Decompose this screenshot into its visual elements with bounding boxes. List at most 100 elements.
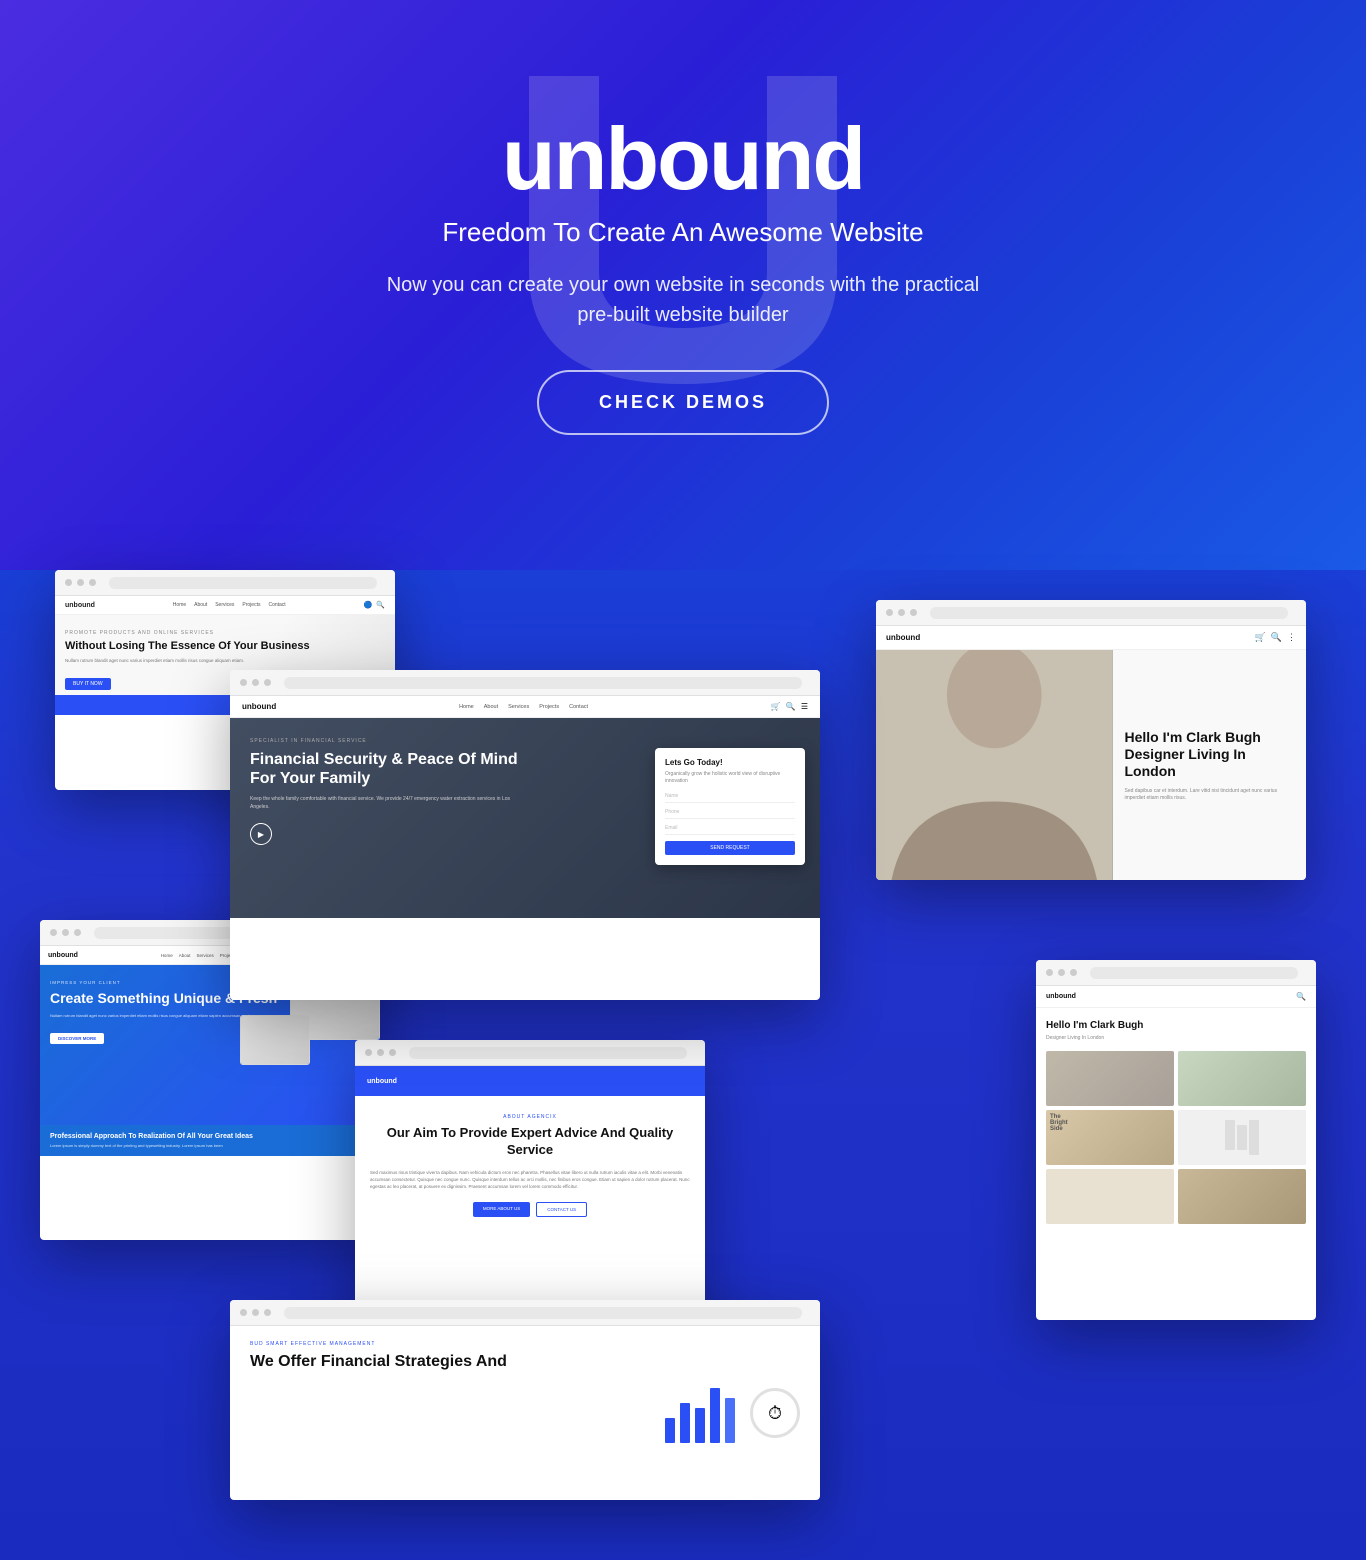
card3-nav-icons: 🛒 🔍 ⋮ — [1255, 632, 1296, 643]
card1-logo: unbound — [65, 602, 95, 609]
card2-hero-content: SPECIALIST IN FINANCIAL SERVICE Financia… — [250, 738, 530, 845]
browser-bar-1 — [55, 570, 395, 596]
portfolio-item-2 — [1178, 1051, 1306, 1106]
browser-dot — [886, 609, 893, 616]
card2-logo: unbound — [242, 702, 276, 711]
browser-bar-6 — [1036, 960, 1316, 986]
demos-section: unbound Home About Services Projects Con… — [0, 570, 1366, 1560]
card5-logo: unbound — [367, 1078, 397, 1085]
browser-dot — [264, 679, 271, 686]
financial-chart — [660, 1378, 740, 1448]
portfolio-item-4 — [1178, 1110, 1306, 1165]
card2-nav: unbound Home About Services Projects Con… — [230, 696, 820, 718]
browser-bar-7 — [230, 1300, 820, 1326]
portfolio-item-1 — [1046, 1051, 1174, 1106]
card1-hero-desc: Nullam rutrum blandit aget nunc varius i… — [65, 658, 385, 664]
hero-description: Now you can create your own website in s… — [383, 270, 983, 330]
card3-text-side: Hello I'm Clark Bugh Designer Living In … — [1113, 650, 1307, 880]
card2-play-button[interactable]: ▶ — [250, 823, 272, 845]
card4-hero-btn[interactable]: DISCOVER MORE — [50, 1033, 104, 1044]
browser-dot — [252, 1309, 259, 1316]
browser-dot — [74, 929, 81, 936]
hero-subtitle: Freedom To Create An Awesome Website — [442, 217, 923, 248]
browser-dot — [89, 579, 96, 586]
card2-title: Financial Security & Peace Of Mind For Y… — [250, 750, 530, 788]
browser-dot — [264, 1309, 271, 1316]
card2-sub: SPECIALIST IN FINANCIAL SERVICE — [250, 738, 530, 744]
card2-form-title: Lets Go Today! — [665, 758, 795, 767]
card2-form-phone[interactable]: Phone — [665, 809, 795, 819]
browser-dot — [377, 1049, 384, 1056]
card2-desc: Keep the whole family comfortable with f… — [250, 796, 530, 811]
card6-nav: unbound 🔍 — [1036, 986, 1316, 1008]
browser-dot — [240, 1309, 247, 1316]
browser-dot — [389, 1049, 396, 1056]
card2-contact-form: Lets Go Today! Organically grow the holi… — [655, 748, 805, 865]
browser-url — [109, 577, 377, 589]
card5-content-area: ABOUT AGENCIX Our Aim To Provide Expert … — [355, 1096, 705, 1235]
card5-header: unbound — [355, 1066, 705, 1096]
card5-buttons: MORE ABOUT US CONTACT US — [370, 1202, 690, 1217]
card3-logo: unbound — [886, 633, 920, 642]
card5-contact-btn[interactable]: CONTACT US — [536, 1202, 587, 1217]
card4-logo: unbound — [48, 952, 78, 959]
card6-grid: TheBrightSide — [1046, 1051, 1306, 1224]
portfolio-item-5 — [1046, 1169, 1174, 1224]
card6-logo: unbound — [1046, 993, 1076, 1000]
card5-sub: ABOUT AGENCIX — [370, 1114, 690, 1120]
browser-dot — [77, 579, 84, 586]
card1-hero-title: Without Losing The Essence Of Your Busin… — [65, 640, 385, 653]
hero-title: unbound — [502, 115, 864, 203]
card5-title: Our Aim To Provide Expert Advice And Qua… — [370, 1125, 690, 1159]
browser-dot — [910, 609, 917, 616]
browser-dot — [65, 579, 72, 586]
card3-text-desc: Sed dapibus car et interdum. Lare vitid … — [1125, 788, 1295, 803]
card2-content: unbound Home About Services Projects Con… — [230, 696, 820, 1000]
check-demos-button[interactable]: CHECK DEMOS — [537, 370, 829, 435]
card2-nav-links: Home About Services Projects Contact — [459, 704, 588, 710]
card2-hero: SPECIALIST IN FINANCIAL SERVICE Financia… — [230, 718, 820, 918]
browser-url — [1090, 967, 1298, 979]
card3-nav: unbound 🛒 🔍 ⋮ — [876, 626, 1306, 650]
card7-title: We Offer Financial Strategies And — [250, 1352, 800, 1371]
browser-url — [284, 1307, 802, 1319]
card7-sub: BUD SMART EFFECTIVE MANAGEMENT — [250, 1341, 800, 1347]
browser-bar-3 — [876, 600, 1306, 626]
card3-text-title: Hello I'm Clark Bugh Designer Living In … — [1125, 729, 1295, 779]
clock-icon: ⏱ — [750, 1388, 800, 1438]
card2-form-name[interactable]: Name — [665, 793, 795, 803]
browser-url — [284, 677, 802, 689]
portfolio-item-6 — [1178, 1169, 1306, 1224]
card2-form-email[interactable]: Email — [665, 825, 795, 835]
browser-dot — [1046, 969, 1053, 976]
demo-card-portrait[interactable]: unbound 🛒 🔍 ⋮ Hello I'm Cla — [876, 600, 1306, 880]
card2-form-submit[interactable]: SEND REQUEST — [665, 841, 795, 855]
browser-bar-5 — [355, 1040, 705, 1066]
card3-person-image — [876, 650, 1113, 880]
browser-dot — [62, 929, 69, 936]
demo-card-financial[interactable]: unbound Home About Services Projects Con… — [230, 670, 820, 1000]
card4-bottom: Professional Approach To Realization Of … — [40, 1125, 380, 1156]
demo-card-portfolio[interactable]: unbound 🔍 Hello I'm Clark Bugh Designer … — [1036, 960, 1316, 1320]
browser-dot — [1070, 969, 1077, 976]
card1-hero-sub: PROMOTE PRODUCTS AND ONLINE SERVICES — [65, 630, 385, 636]
demo-card-financial-bottom[interactable]: BUD SMART EFFECTIVE MANAGEMENT We Offer … — [230, 1300, 820, 1500]
browser-url — [409, 1047, 687, 1059]
card1-hero-btn[interactable]: BUY IT NOW — [65, 678, 111, 690]
card1-nav: unbound Home About Services Projects Con… — [55, 596, 395, 615]
card5-desc: Sed maximus risus tristique viverra dapi… — [370, 1169, 690, 1191]
portfolio-item-3: TheBrightSide — [1046, 1110, 1174, 1165]
card4-bottom-sub: Lorem ipsum is simply dummy text of the … — [50, 1143, 370, 1148]
browser-dot — [50, 929, 57, 936]
card4-bottom-title: Professional Approach To Realization Of … — [50, 1133, 370, 1140]
card1-nav-links: Home About Services Projects Contact — [173, 602, 286, 608]
card6-content: unbound 🔍 Hello I'm Clark Bugh Designer … — [1036, 986, 1316, 1320]
browser-dot — [1058, 969, 1065, 976]
mockup-screen-sub — [241, 1016, 309, 1064]
card3-content: Hello I'm Clark Bugh Designer Living In … — [876, 650, 1306, 880]
card5-more-about-btn[interactable]: MORE ABOUT US — [473, 1202, 530, 1217]
browser-dot — [240, 679, 247, 686]
hero-section: unbound Freedom To Create An Awesome Web… — [0, 0, 1366, 570]
card6-title: Hello I'm Clark Bugh — [1046, 1020, 1306, 1031]
card6-search-icon: 🔍 — [1296, 992, 1306, 1001]
